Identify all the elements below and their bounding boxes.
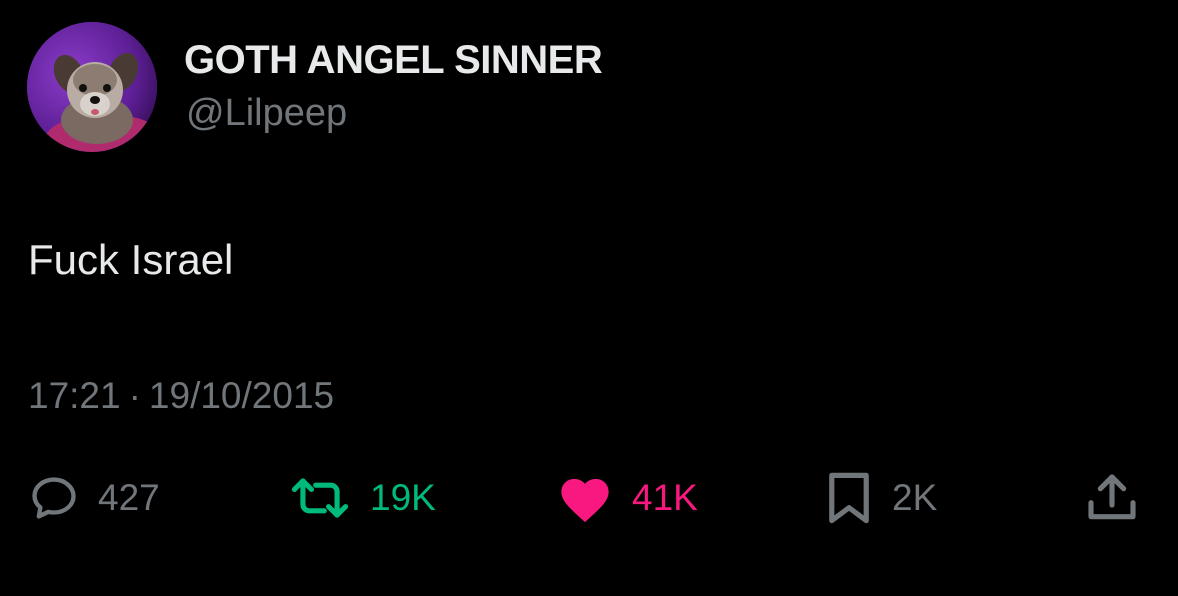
user-handle[interactable]: @Lilpeep: [186, 92, 347, 135]
like-count: 41K: [632, 477, 698, 518]
display-name[interactable]: GOTH ANGEL SINNER: [184, 38, 603, 83]
tweet-time: 17:21: [28, 375, 121, 416]
comment-icon: [28, 472, 80, 524]
reply-button[interactable]: 427: [28, 468, 160, 528]
tweet-card: GOTH ANGEL SINNER @Lilpeep Fuck Israel 1…: [0, 0, 1178, 596]
tweet-date: 19/10/2015: [148, 375, 335, 416]
timestamp-separator: ·: [128, 375, 141, 416]
reply-count: 427: [98, 477, 160, 518]
retweet-button[interactable]: 19K: [288, 468, 436, 528]
retweet-icon: [288, 472, 352, 524]
dog-avatar-icon: [27, 22, 157, 152]
avatar[interactable]: [27, 22, 157, 152]
heart-icon: [556, 472, 614, 524]
retweet-count: 19K: [370, 477, 436, 518]
share-icon: [1084, 470, 1140, 526]
tweet-text: Fuck Israel: [28, 236, 234, 283]
share-button[interactable]: [1084, 468, 1140, 528]
like-button[interactable]: 41K: [556, 468, 698, 528]
bookmark-button[interactable]: 2K: [824, 468, 937, 528]
timestamp[interactable]: 17:21 · 19/10/2015: [28, 375, 334, 417]
bookmark-icon: [824, 470, 874, 526]
bookmark-count: 2K: [892, 477, 938, 518]
